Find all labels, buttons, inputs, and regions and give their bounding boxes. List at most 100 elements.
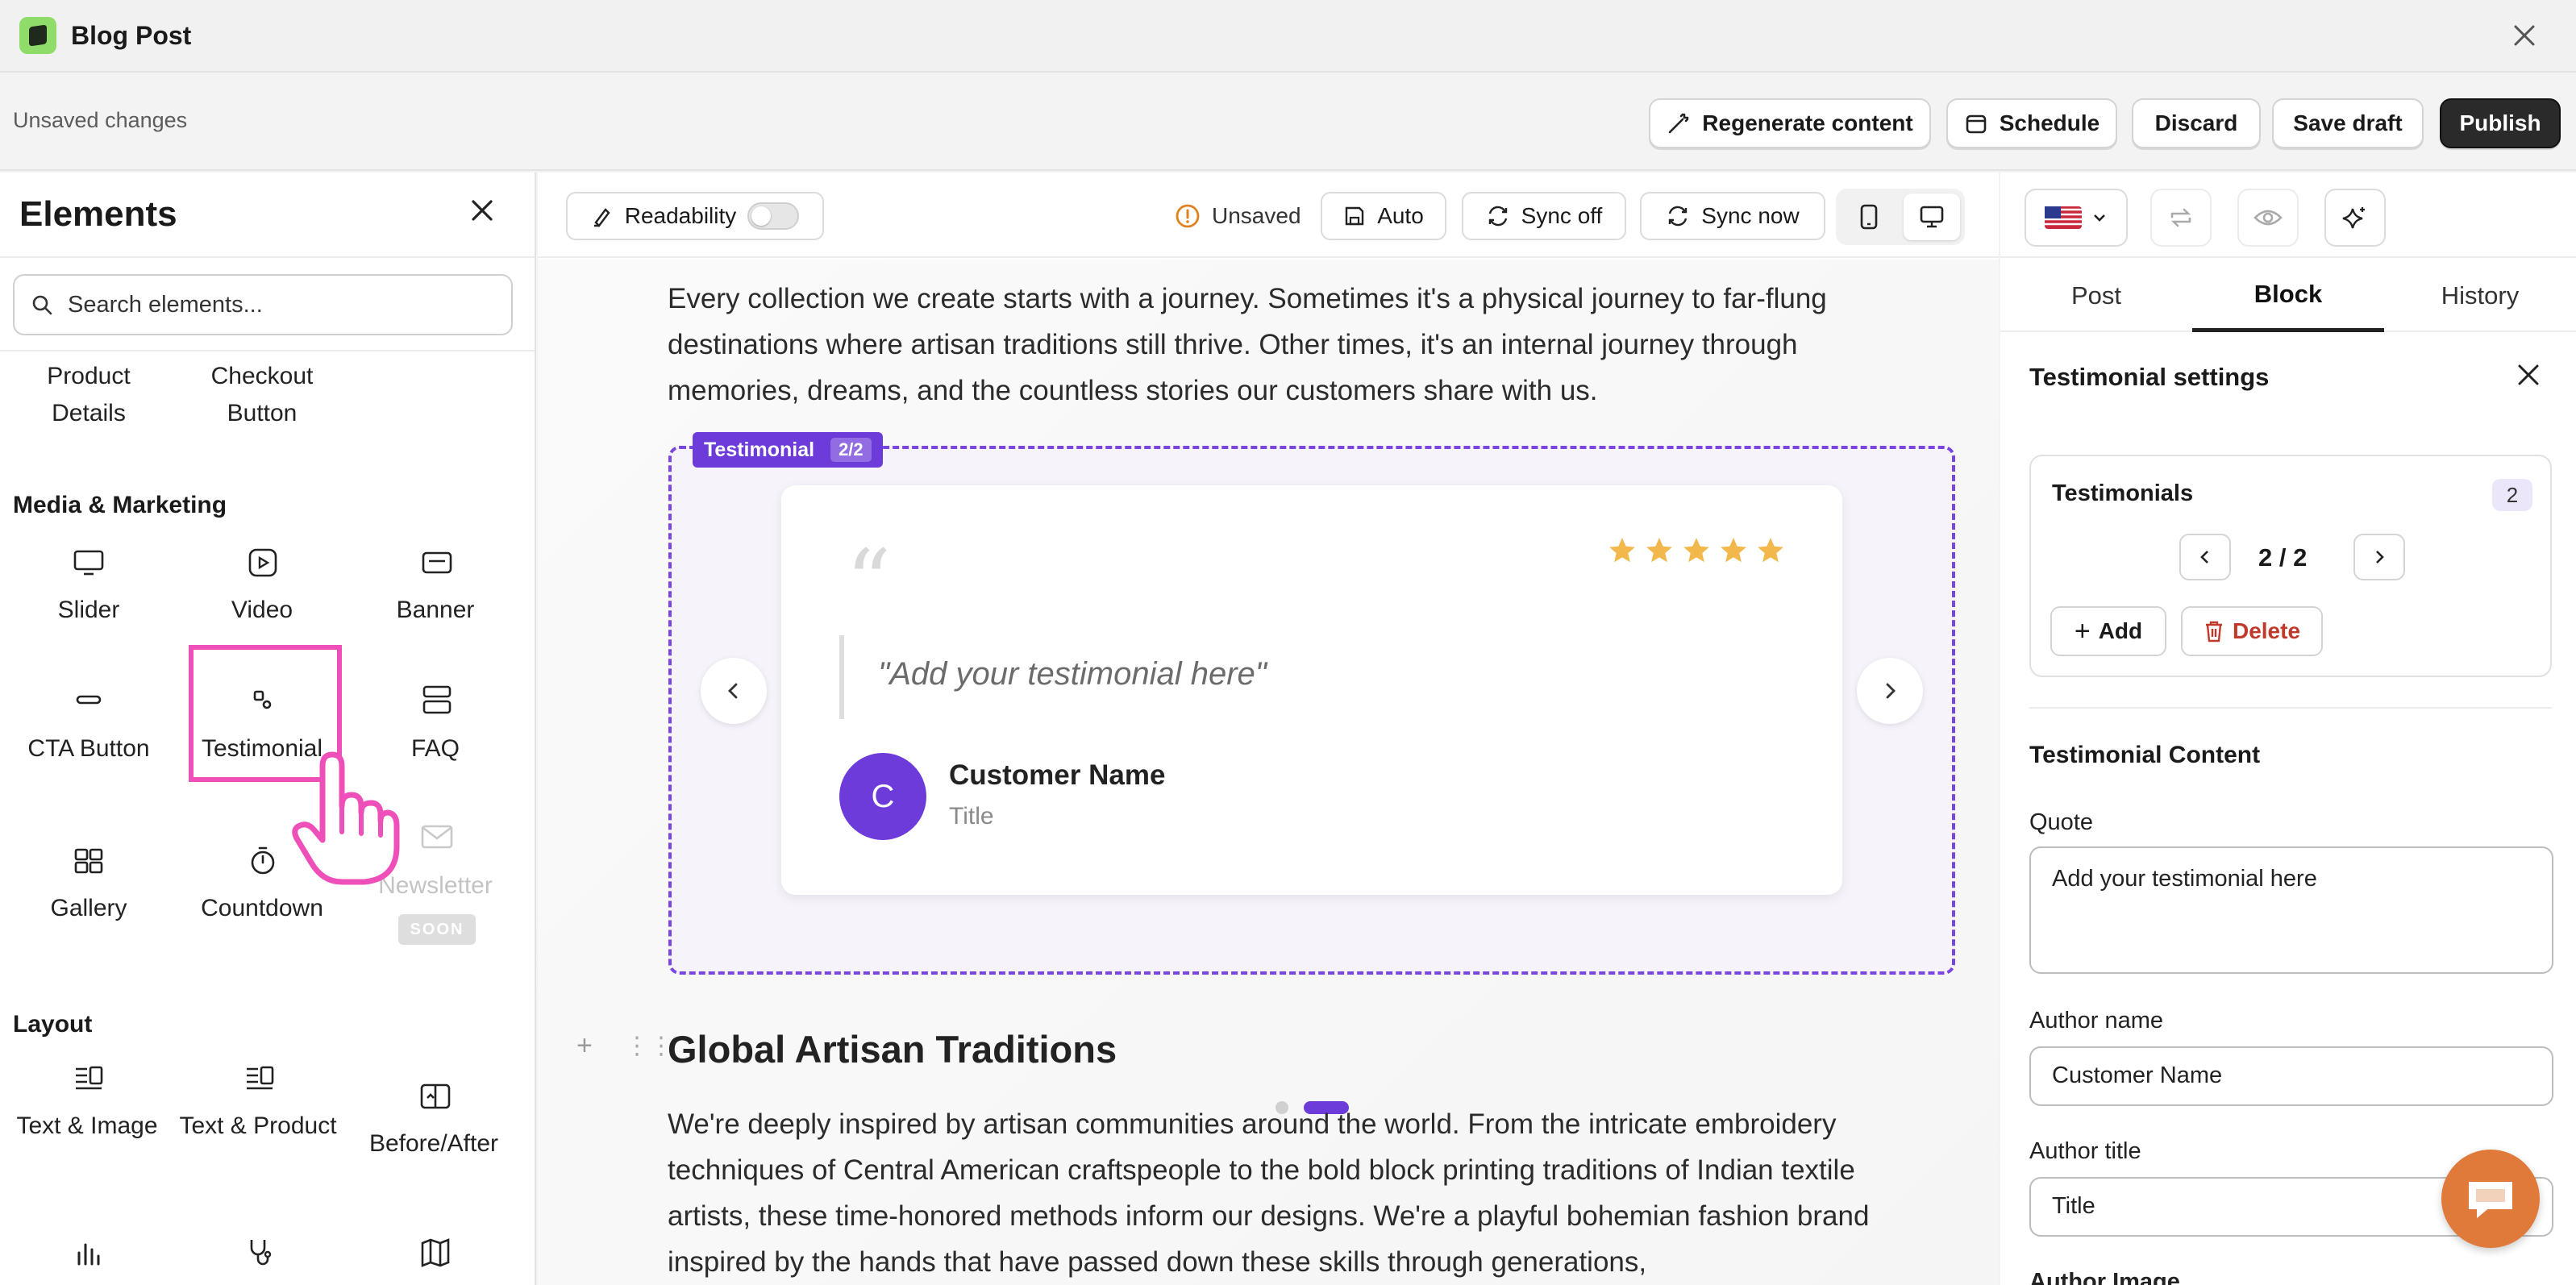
section-layout: Layout: [13, 1011, 93, 1038]
auto-save-button[interactable]: Auto: [1321, 192, 1446, 240]
carousel-next-button[interactable]: [1857, 658, 1923, 724]
star-icon: [1721, 538, 1746, 563]
add-testimonial-button[interactable]: + Add: [2050, 606, 2166, 656]
drag-handle-icon[interactable]: ⋮⋮: [625, 1032, 673, 1060]
schedule-button[interactable]: Schedule: [1946, 98, 2117, 148]
plus-icon: +: [2074, 615, 2091, 647]
chevron-down-icon: [2094, 214, 2105, 222]
testimonials-manager: Testimonials 2 2 / 2 + Add Delete: [2029, 455, 2552, 677]
stethoscope-icon: [240, 1233, 279, 1272]
pen-icon: [593, 208, 610, 227]
elements-header: Elements: [0, 173, 535, 258]
author-title-label: Author title: [2029, 1138, 2141, 1164]
sync-off-button[interactable]: Sync off: [1462, 192, 1626, 240]
author-name-input[interactable]: Customer Name: [2029, 1046, 2553, 1106]
avatar: C: [839, 753, 926, 840]
mobile-view-icon[interactable]: [1841, 193, 1897, 240]
trash-icon: [2205, 621, 2222, 642]
block-tag-label: Testimonial: [704, 438, 815, 461]
discard-button[interactable]: Discard: [2132, 98, 2261, 148]
ai-sparkle-icon[interactable]: [2324, 189, 2386, 247]
delete-testimonial-button[interactable]: Delete: [2181, 606, 2323, 656]
text-image-icon: [69, 1059, 108, 1098]
language-select[interactable]: [2025, 189, 2128, 247]
element-banner[interactable]: Banner: [355, 592, 516, 629]
customer-title[interactable]: Title: [949, 803, 994, 830]
chevron-left-icon: [728, 683, 738, 699]
before-after-icon: [416, 1077, 455, 1116]
unsaved-indicator: Unsaved: [1175, 203, 1301, 229]
preview-eye-icon[interactable]: [2237, 189, 2299, 247]
chevron-left-icon: [2200, 551, 2208, 563]
content-paragraph-2[interactable]: We're deeply inspired by artisan communi…: [668, 1101, 1925, 1285]
map-icon: [416, 1233, 455, 1272]
desktop-view-icon[interactable]: [1904, 193, 1960, 240]
text-product-icon: [240, 1059, 279, 1098]
tab-history[interactable]: History: [2384, 260, 2576, 332]
prev-testimonial-button[interactable]: [2179, 534, 2231, 580]
tab-post[interactable]: Post: [2000, 260, 2192, 332]
faq-icon: [418, 680, 456, 719]
app-logo-icon: [19, 17, 56, 54]
tab-block[interactable]: Block: [2192, 260, 2384, 332]
element-before-after[interactable]: Before/After: [353, 1125, 514, 1162]
close-settings-icon[interactable]: [2516, 363, 2541, 391]
elements-title: Elements: [19, 194, 177, 234]
testimonials-label: Testimonials: [2052, 480, 2194, 506]
testimonial-quote[interactable]: "Add your testimonial here": [878, 656, 1267, 692]
window-titlebar: Blog Post: [0, 0, 2576, 73]
close-panel-icon[interactable]: [468, 197, 496, 228]
window-title: Blog Post: [71, 20, 192, 50]
quote-textarea[interactable]: Add your testimonial here: [2029, 846, 2553, 974]
content-paragraph-1[interactable]: Every collection we create starts with a…: [668, 276, 1925, 414]
next-testimonial-button[interactable]: [2353, 534, 2405, 580]
mail-icon: [418, 817, 456, 856]
testimonial-content-title: Testimonial Content: [2029, 742, 2261, 768]
soon-badge: SOON: [398, 914, 476, 945]
publish-button[interactable]: Publish: [2440, 98, 2561, 148]
star-icon: [1683, 538, 1709, 563]
swap-icon[interactable]: [2150, 189, 2212, 247]
save-draft-button[interactable]: Save draft: [2272, 98, 2424, 148]
element-checkout-button[interactable]: Checkout Button: [181, 358, 343, 432]
magic-wand-icon: [1668, 113, 1689, 134]
chat-support-button[interactable]: [2441, 1150, 2540, 1248]
content-heading[interactable]: Global Artisan Traditions: [668, 1027, 1117, 1071]
rating-stars: [1607, 535, 1786, 566]
add-block-icon[interactable]: +: [576, 1030, 593, 1062]
quote-label: Quote: [2029, 809, 2093, 835]
chart-icon: [69, 1233, 108, 1272]
element-gallery[interactable]: Gallery: [8, 890, 169, 927]
testimonials-count-badge: 2: [2492, 479, 2532, 511]
element-cta-button[interactable]: CTA Button: [8, 730, 169, 767]
calendar-icon: [1966, 114, 1987, 134]
element-text-product[interactable]: Text & Product: [177, 1108, 339, 1145]
window-close-icon[interactable]: [2505, 16, 2544, 55]
element-product-details[interactable]: Product Details: [8, 358, 169, 432]
readability-toggle[interactable]: Readability: [566, 192, 824, 240]
quote-mark-icon: “: [846, 530, 892, 634]
search-elements-input[interactable]: Search elements...: [13, 274, 513, 335]
testimonial-block-tag: Testimonial 2/2: [693, 432, 883, 468]
settings-panel: Post Block History Testimonial settings …: [2000, 173, 2576, 1285]
chat-icon: [2469, 1182, 2512, 1219]
banner-icon: [418, 543, 456, 582]
chevron-right-icon: [1886, 683, 1896, 699]
regenerate-content-button[interactable]: Regenerate content: [1649, 98, 1931, 148]
element-video[interactable]: Video: [181, 592, 343, 629]
sync-now-button[interactable]: Sync now: [1640, 192, 1825, 240]
carousel-prev-button[interactable]: [701, 658, 767, 724]
element-slider[interactable]: Slider: [8, 592, 169, 629]
sync-now-icon: [1669, 206, 1688, 227]
author-image-label: Author Image: [2029, 1269, 2180, 1285]
unsaved-status: Unsaved changes: [13, 108, 188, 132]
us-flag-icon: [2045, 206, 2082, 229]
element-countdown[interactable]: Countdown: [181, 890, 343, 927]
readability-switch[interactable]: [747, 202, 800, 230]
element-text-image[interactable]: Text & Image: [6, 1108, 168, 1145]
timer-icon: [243, 842, 282, 880]
customer-name[interactable]: Customer Name: [949, 759, 1165, 792]
search-icon: [32, 295, 52, 315]
gallery-icon: [69, 842, 108, 880]
video-icon: [243, 543, 282, 582]
